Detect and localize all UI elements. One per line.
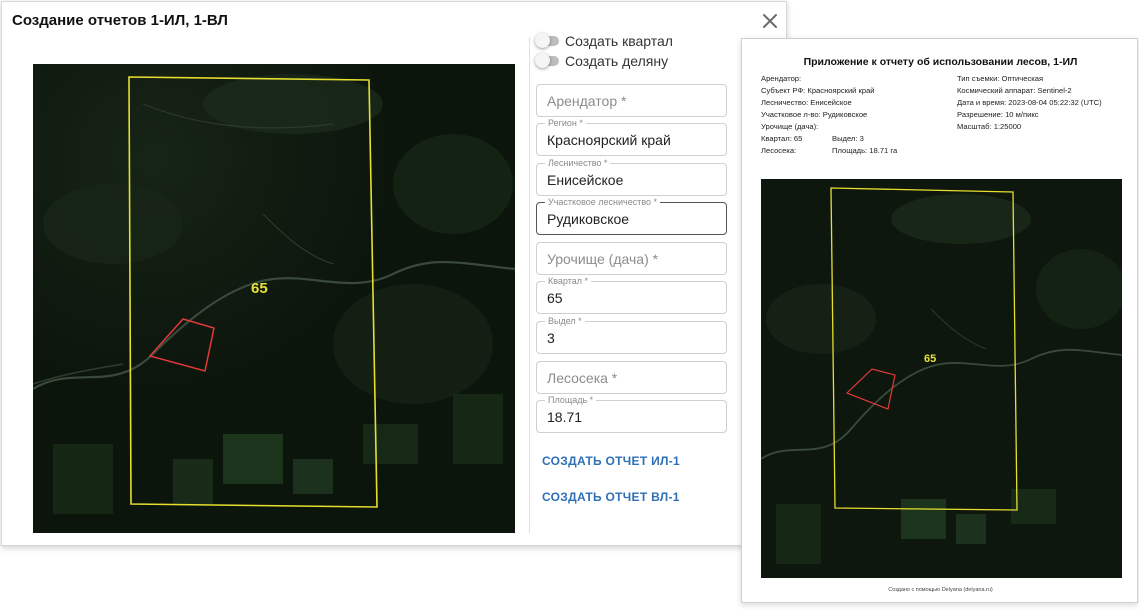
vydel-value: 3 (547, 330, 555, 346)
urochishche-placeholder: Урочище (дача) * (547, 251, 659, 267)
report-survey-type: Тип съемки: Оптическая (957, 74, 1044, 83)
report-lesoseka: Лесосека: (761, 146, 797, 155)
map-canvas: 65 (33, 64, 515, 533)
report-scale: Масштаб: 1:25000 (957, 122, 1022, 131)
report-subject: Субъект РФ: Красноярский край (761, 86, 875, 95)
lesnichestvo-field[interactable]: Лесничество * Енисейское (536, 157, 727, 196)
region-value: Красноярский край (547, 132, 671, 148)
lesoseka-field[interactable]: Лесосека * (536, 361, 727, 394)
region-field[interactable]: Регион * Красноярский край (536, 117, 727, 156)
toggle-switch[interactable] (535, 33, 559, 48)
report-kvartal: Квартал: 65 (761, 134, 803, 143)
vydel-field[interactable]: Выдел * 3 (536, 315, 727, 354)
toggle-label: Создать квартал (565, 33, 673, 49)
uchastkovoe-label: Участковое лесничество * (545, 196, 661, 208)
report-datetime: Дата и время: 2023-08-04 05:22:32 (UTC) (957, 98, 1102, 107)
uchastkovoe-value: Рудиковское (547, 211, 630, 227)
report-map: 65 (761, 179, 1122, 578)
lesoseka-placeholder: Лесосека * (547, 370, 618, 386)
toggle-switch[interactable] (535, 53, 559, 68)
lesnichestvo-value: Енисейское (547, 172, 624, 188)
report-ploshchad: Площадь: 18.71 га (832, 146, 898, 155)
report-title: Приложение к отчету об использовании лес… (803, 56, 1078, 68)
uchastkovoe-field[interactable]: Участковое лесничество * Рудиковское (536, 196, 727, 235)
report-preview: Приложение к отчету об использовании лес… (741, 38, 1138, 603)
dialog-title: Создание отчетов 1-ИЛ, 1-ВЛ (12, 12, 228, 29)
kvartal-value: 65 (547, 290, 563, 306)
kvartal-label: Квартал * (545, 275, 592, 287)
vydel-label: Выдел * (545, 315, 585, 327)
ploshchad-field[interactable]: Площадь * 18.71 (536, 394, 727, 433)
report-resolution: Разрешение: 10 м/пикс (957, 110, 1039, 119)
report-lesnichestvo: Лесничество: Енисейское (761, 98, 852, 107)
create-report-vl-button[interactable]: СОЗДАТЬ ОТЧЕТ ВЛ-1 (542, 490, 680, 504)
lesnichestvo-label: Лесничество * (545, 157, 611, 169)
satellite-map[interactable]: 65 (33, 64, 515, 533)
report-vydel: Выдел: 3 (832, 134, 864, 143)
toggle-label: Создать деляну (565, 53, 669, 69)
report-footer: Создано с помощью Delyana (delyana.ru) (888, 587, 993, 593)
report-map-quarter-label: 65 (924, 353, 936, 365)
panel-divider (529, 37, 530, 533)
close-icon[interactable] (760, 11, 780, 31)
ploshchad-value: 18.71 (547, 409, 583, 425)
arendator-field[interactable]: Арендатор * (536, 84, 727, 117)
report-arendator: Арендатор: (761, 74, 802, 83)
toggle-create-quarter[interactable]: Создать квартал (535, 32, 673, 50)
report-satellite: Космический аппарат: Sentinel-2 (957, 86, 1072, 95)
arendator-placeholder: Арендатор * (547, 93, 627, 109)
map-quarter-label: 65 (251, 280, 268, 297)
toggle-create-plot[interactable]: Создать деляну (535, 52, 669, 70)
report-urochishche: Урочище (дача): (761, 122, 819, 131)
ploshchad-label: Площадь * (545, 394, 597, 406)
report-map-canvas: 65 (761, 179, 1122, 578)
report-uchastkovoe: Участковое л-во: Рудиковское (761, 110, 868, 119)
region-label: Регион * (545, 117, 586, 129)
kvartal-field[interactable]: Квартал * 65 (536, 275, 727, 314)
urochishche-field[interactable]: Урочище (дача) * (536, 242, 727, 275)
create-report-il-button[interactable]: СОЗДАТЬ ОТЧЕТ ИЛ-1 (542, 454, 680, 468)
